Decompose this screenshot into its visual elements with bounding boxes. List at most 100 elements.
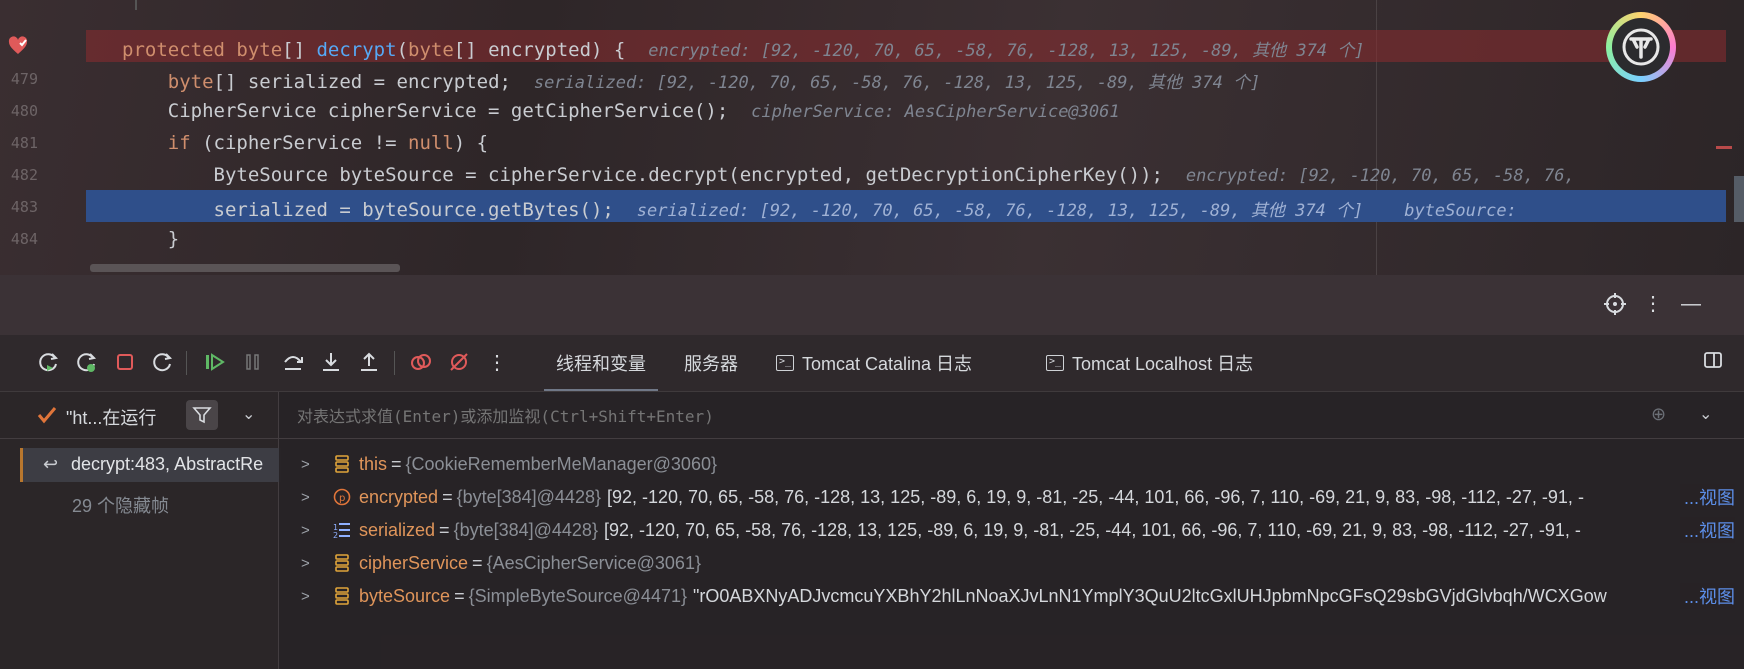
variable-name: byteSource — [359, 585, 451, 606]
line-number[interactable]: 480 — [0, 102, 38, 120]
inline-value-hint: encrypted: [92, -120, 70, 65, -58, 76, — [1185, 166, 1575, 186]
variable-type: {byte[384]@4428} — [453, 519, 598, 540]
equals-sign: = — [472, 552, 483, 573]
chevron-down-icon[interactable]: ⌄ — [242, 404, 255, 424]
filter-button[interactable] — [186, 400, 218, 430]
view-link[interactable]: ...视图 — [1679, 583, 1735, 609]
line-number[interactable]: 482 — [0, 166, 38, 184]
tab-label: 服务器 — [684, 354, 738, 374]
add-watch-icon[interactable]: ⊕ — [1651, 404, 1666, 425]
variable-type: {SimpleByteSource@4471} — [468, 585, 687, 606]
local-array-icon: 12 — [333, 521, 351, 539]
layout-settings-icon[interactable] — [1700, 350, 1726, 376]
variable-name: serialized — [359, 519, 436, 540]
variable-type: {CookieRememberMeManager@3060} — [405, 453, 717, 474]
chevron-right-icon[interactable]: > — [301, 555, 321, 572]
code-editor[interactable]: protected byte[] decrypt(byte[] encrypte… — [0, 0, 1744, 275]
variable-name: cipherService — [359, 552, 469, 573]
view-breakpoints-icon[interactable] — [408, 350, 434, 376]
minimize-icon[interactable]: — — [1680, 293, 1702, 315]
error-stripe-marker[interactable] — [1716, 146, 1732, 149]
code-text: ByteSource byteSource = cipherService.de… — [122, 164, 1575, 186]
line-number[interactable]: 481 — [0, 134, 38, 152]
equals-sign: = — [442, 486, 453, 507]
view-link[interactable]: ...视图 — [1679, 517, 1735, 543]
code-line[interactable]: } — [86, 222, 1726, 254]
logo-glyph-icon — [1622, 28, 1660, 66]
step-over-icon[interactable] — [280, 350, 306, 376]
editor-scrollbar[interactable] — [1734, 176, 1744, 222]
code-text: if (cipherService != null) { — [167, 132, 489, 154]
chevron-right-icon[interactable]: > — [301, 456, 321, 473]
variable-value: [92, -120, 70, 65, -58, 76, -128, 13, 12… — [606, 486, 1584, 507]
code-line[interactable]: byte[] serialized = encrypted; serialize… — [86, 62, 1726, 94]
variable-row[interactable]: > this = {CookieRememberMeManager@3060} — [301, 448, 1741, 480]
variable-row[interactable]: >1 2 serialized = {byte[384]@4428} [92, -120,… — [301, 514, 1741, 546]
resume-icon[interactable] — [202, 350, 228, 376]
evaluate-expression-input[interactable] — [295, 400, 1599, 432]
view-link[interactable]: ...视图 — [1679, 484, 1735, 510]
inline-value-hint: serialized: [92, -120, 70, 65, -58, 76, … — [636, 201, 1517, 221]
line-number[interactable]: 479 — [0, 70, 38, 88]
variable-value: [92, -120, 70, 65, -58, 76, -128, 13, 12… — [603, 519, 1581, 540]
mute-breakpoints-icon[interactable] — [446, 350, 472, 376]
restart-icon[interactable] — [150, 350, 176, 376]
code-text: protected byte[] decrypt(byte[] encrypte… — [122, 39, 1365, 61]
rerun-debug-icon[interactable] — [74, 350, 100, 376]
field-icon — [333, 587, 351, 605]
more-actions-icon[interactable]: ⋮ — [484, 350, 510, 376]
breakpoint-line[interactable]: protected byte[] decrypt(byte[] encrypte… — [86, 30, 1726, 62]
code-text: } — [122, 228, 180, 250]
evaluate-expression-bar: ⊕ ⌄ — [279, 392, 1744, 439]
stop-icon[interactable] — [112, 350, 138, 376]
variable-row[interactable]: > p encrypted = {byte[384]@4428} [92, -120, 7… — [301, 481, 1741, 513]
variable-name: encrypted — [359, 486, 439, 507]
equals-sign: = — [454, 585, 465, 606]
code-text: serialized = byteSource.getBytes(); seri… — [122, 199, 1517, 221]
checkmark-icon — [37, 407, 57, 424]
step-into-icon[interactable] — [318, 350, 344, 376]
current-execution-line[interactable]: serialized = byteSource.getBytes(); seri… — [86, 190, 1726, 222]
chevron-right-icon[interactable]: > — [301, 588, 321, 605]
chevron-down-icon[interactable]: ⌄ — [1699, 404, 1712, 424]
breakpoint-icon[interactable] — [8, 36, 28, 56]
rerun-icon[interactable] — [36, 350, 62, 376]
tab-threads-variables[interactable]: 线程和变量 — [544, 351, 658, 391]
tab-label: 线程和变量 — [556, 354, 646, 374]
thread-selector[interactable]: "ht...在运行 ⌄ — [0, 392, 278, 439]
hidden-frames-link[interactable]: 29 个隐藏帧 — [72, 492, 169, 518]
tab-tomcat-catalina-log[interactable]: >_ Tomcat Catalina 日志 — [776, 351, 972, 375]
code-line[interactable]: ByteSource byteSource = cipherService.de… — [86, 158, 1726, 190]
toolbar-separator — [186, 351, 187, 375]
variable-value: "rO0ABXNyADJvcmcuYXBhY2hlLnNoaXJvLnN1Ymp… — [693, 585, 1607, 606]
more-options-icon[interactable]: ⋮ — [1642, 293, 1664, 315]
code-line[interactable]: CipherService cipherService = getCipherS… — [86, 94, 1726, 126]
tab-server[interactable]: 服务器 — [684, 351, 738, 375]
tab-label: Tomcat Localhost 日志 — [1072, 354, 1254, 374]
chevron-right-icon[interactable]: > — [301, 522, 321, 539]
tab-tomcat-localhost-log[interactable]: >_ Tomcat Localhost 日志 — [1046, 351, 1253, 375]
inline-value-hint: encrypted: [92, -120, 70, 65, -58, 76, -… — [648, 41, 1365, 61]
chevron-right-icon[interactable]: > — [301, 489, 321, 506]
debug-toolbar: ⋮ 线程和变量 服务器 >_ Tomcat Catalina 日志 >_ Tom… — [0, 335, 1744, 392]
filter-icon — [192, 407, 212, 424]
step-out-icon[interactable] — [356, 350, 382, 376]
panel-header: ⋮ — — [0, 275, 1744, 335]
variable-row[interactable]: > byteSource = {SimpleByteSource@4471} "rO0A… — [301, 580, 1741, 612]
field-icon — [333, 554, 351, 572]
variables-panel: ⊕ ⌄ >this={CookieRememberMeManager@3060}… — [279, 392, 1744, 669]
crosshair-icon[interactable] — [1604, 293, 1626, 315]
code-line[interactable]: if (cipherService != null) { — [86, 126, 1726, 158]
svg-text:2: 2 — [333, 531, 338, 539]
pause-icon[interactable] — [240, 350, 266, 376]
variable-row[interactable]: > cipherService = {AesCipherService@3061} — [301, 547, 1741, 579]
stack-frame-current[interactable]: ↩ decrypt:483, AbstractRe — [20, 448, 281, 482]
variable-type: {byte[384]@4428} — [456, 486, 601, 507]
variable-type: {AesCipherService@3061} — [486, 552, 701, 573]
toolbar-separator — [394, 351, 395, 375]
tab-label: Tomcat Catalina 日志 — [802, 354, 973, 374]
line-number[interactable]: 483 — [0, 198, 38, 216]
code-text: CipherService cipherService = getCipherS… — [122, 100, 1120, 122]
editor-horizontal-scrollbar[interactable] — [90, 264, 400, 272]
line-number[interactable]: 484 — [0, 230, 38, 248]
